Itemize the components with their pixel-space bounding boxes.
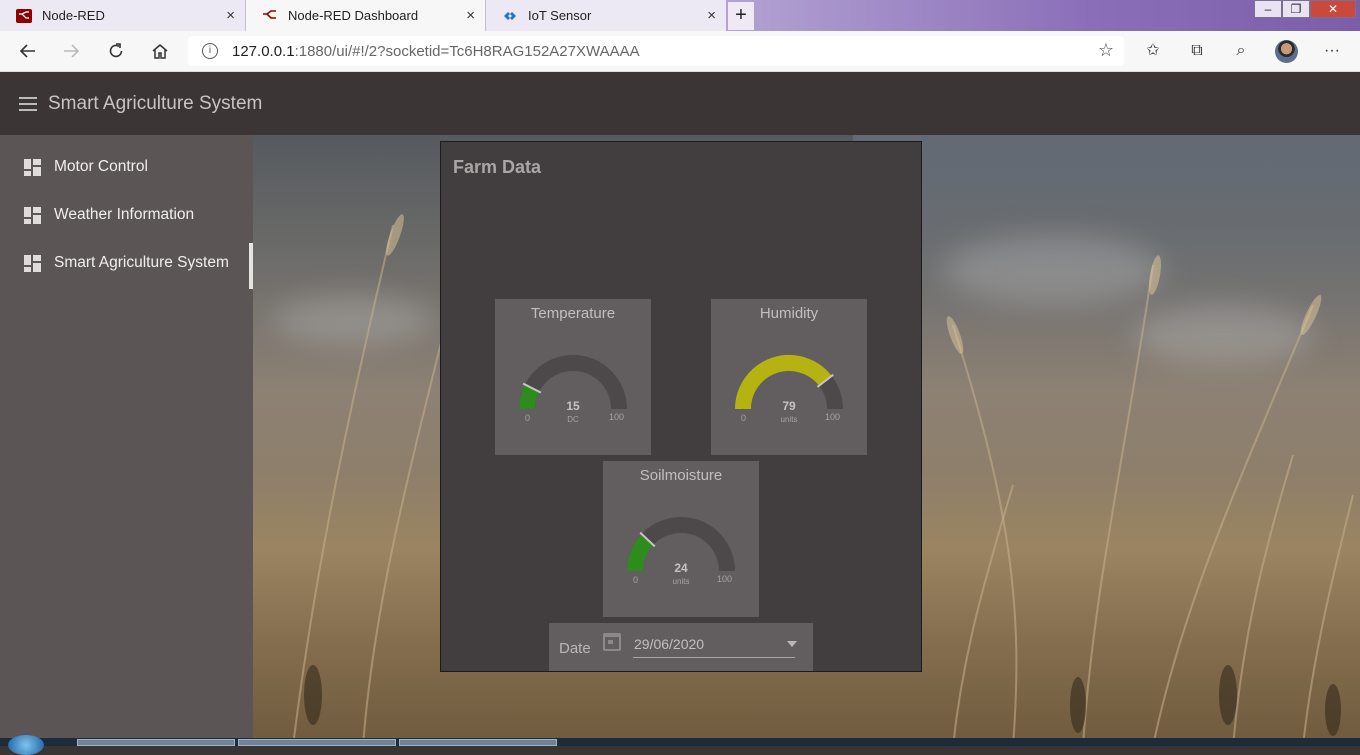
humidity-gauge: Humidity 79 units 0 100 [711,299,867,455]
gauge-dial [627,517,735,572]
gauge-value: 79 [782,399,796,413]
dashboard-icon [24,254,41,272]
hamburger-menu-icon[interactable] [19,96,37,111]
start-button[interactable] [8,735,44,755]
node-red-dashboard-icon [262,8,278,24]
collections-icon[interactable]: ⧉ [1184,38,1210,64]
temperature-gauge: Temperature 15 DC 0 100 [495,299,651,455]
gauge-value: 24 [674,561,688,575]
gauge-max: 100 [717,574,733,584]
sidebar-item-smart-agriculture-system[interactable]: Smart Agriculture System [0,239,253,289]
page-title: Smart Agriculture System [48,92,263,114]
iot-sensor-icon [502,8,518,24]
sidebar-item-label: Smart Agriculture System [54,254,229,271]
feedback-icon[interactable]: ⌕ [1228,38,1254,64]
close-icon[interactable]: × [466,7,475,24]
dashboard-icon [24,158,41,176]
gauge-dial [519,355,627,410]
home-icon[interactable] [145,37,175,65]
gauge-max: 100 [609,412,625,422]
tab-node-red-dashboard[interactable]: Node-RED Dashboard × [246,0,485,31]
forward-arrow-icon[interactable] [56,37,86,65]
url-path: :1880/ui/#!/2?socketid=Tc6H8RAG152A27XWA… [294,42,640,60]
sidebar-item-motor-control[interactable]: Motor Control [0,143,253,191]
sidebar: Motor Control Weather Information Smart … [0,135,253,746]
date-picker[interactable]: Date 29/06/2020 [549,623,813,671]
restore-icon[interactable]: ❐ [1282,0,1310,18]
taskbar-item[interactable] [399,739,557,746]
gauge-value: 15 [566,399,580,413]
tab-divider [485,0,486,31]
url-host: 127.0.0.1 [232,42,295,60]
taskbar-item[interactable] [77,739,235,746]
date-input[interactable]: 29/06/2020 [634,636,704,652]
browser-tab-bar: Node-RED × Node-RED Dashboard × IoT Sens… [0,0,1360,31]
calendar-icon[interactable] [603,633,621,651]
url-input[interactable]: i 127.0.0.1:1880/ui/#!/2?socketid=Tc6H8R… [188,36,1124,66]
gauge-min: 0 [633,575,639,585]
date-underline [633,657,795,658]
tab-node-red[interactable]: Node-RED × [0,0,245,31]
close-icon[interactable]: × [707,7,716,24]
card-title: Farm Data [453,157,542,177]
address-bar: i 127.0.0.1:1880/ui/#!/2?socketid=Tc6H8R… [0,31,1360,72]
favorites-icon[interactable]: ✩ [1140,38,1166,64]
tab-title: Node-RED [42,8,105,23]
dashboard-icon [24,206,41,224]
os-taskbar [0,738,1360,746]
gauge-unit: units [780,415,798,424]
profile-avatar[interactable] [1275,40,1298,63]
sidebar-item-weather-information[interactable]: Weather Information [0,191,253,239]
tab-iot-sensor[interactable]: IoT Sensor × [486,0,726,31]
sidebar-item-label: Weather Information [54,206,195,223]
gauge-dial [735,355,843,410]
favorite-star-icon[interactable]: ☆ [1098,40,1114,61]
app-header: Smart Agriculture System [0,72,1360,135]
chevron-down-icon[interactable] [787,641,797,647]
tab-divider [245,0,246,31]
window-close-icon[interactable]: ✕ [1310,0,1356,18]
minimize-icon[interactable]: – [1254,0,1282,18]
refresh-icon[interactable] [101,37,131,65]
gauge-min: 0 [525,413,531,423]
soilmoisture-gauge: Soilmoisture 24 units 0 100 [603,461,759,617]
back-arrow-icon[interactable] [13,37,43,65]
info-icon[interactable]: i [202,43,218,59]
gauge-unit: units [672,577,690,586]
tab-title: IoT Sensor [528,8,592,23]
taskbar-item[interactable] [238,739,396,746]
new-tab-button[interactable]: + [728,2,754,30]
close-icon[interactable]: × [226,7,235,24]
sidebar-item-label: Motor Control [54,158,148,175]
gauge-unit: DC [567,415,579,424]
tab-title: Node-RED Dashboard [288,8,419,23]
gauge-max: 100 [825,412,841,422]
more-options-icon[interactable]: ··· [1319,38,1345,64]
node-red-icon [16,8,32,24]
date-label: Date [559,640,591,657]
gauge-min: 0 [741,413,747,423]
